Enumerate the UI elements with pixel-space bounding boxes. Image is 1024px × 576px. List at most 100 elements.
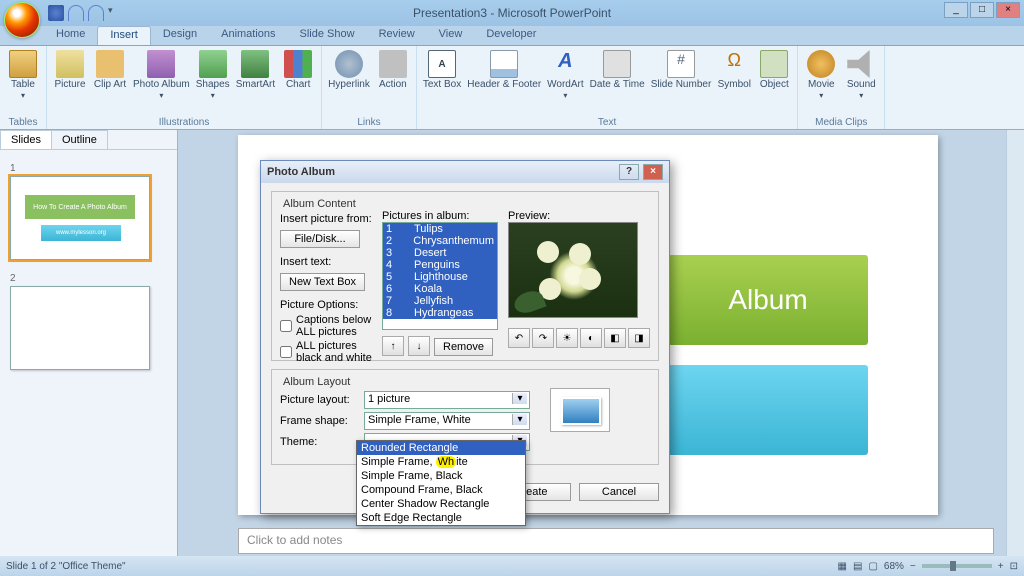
minimize-button[interactable]: _ — [944, 2, 968, 18]
pictures-list[interactable]: 1Tulips 2Chrysanthemum 3Desert 4Penguins… — [382, 222, 498, 330]
datetime-button[interactable]: Date & Time — [590, 50, 645, 90]
tab-view[interactable]: View — [427, 26, 475, 45]
bw-checkbox[interactable] — [280, 346, 292, 358]
insert-text-label: Insert text: — [280, 256, 372, 268]
tab-design[interactable]: Design — [151, 26, 209, 45]
dialog-titlebar[interactable]: Photo Album ? × — [261, 161, 669, 183]
zoom-in-button[interactable]: + — [998, 561, 1004, 572]
group-text-label: Text — [423, 117, 791, 129]
picture-layout-combo[interactable]: 1 picture — [364, 391, 530, 409]
photoalbum-button[interactable]: Photo Album▾ — [133, 50, 190, 100]
view-sorter-icon[interactable]: ▤ — [853, 561, 862, 572]
slides-tab[interactable]: Slides — [0, 130, 52, 149]
qat-more-icon[interactable]: ▾ — [108, 5, 124, 21]
contrast-down-button[interactable]: ◨ — [628, 328, 650, 348]
album-content-label: Album Content — [280, 198, 359, 210]
picture-button[interactable]: Picture — [53, 50, 87, 90]
cancel-button[interactable]: Cancel — [579, 483, 659, 501]
new-textbox-button[interactable]: New Text Box — [280, 273, 365, 291]
table-button[interactable]: Table▾ — [6, 50, 40, 100]
remove-button[interactable]: Remove — [434, 338, 493, 356]
pic-options-label: Picture Options: — [280, 299, 372, 311]
rotate-left-button[interactable]: ↶ — [508, 328, 530, 348]
action-button[interactable]: Action — [376, 50, 410, 90]
save-icon[interactable] — [48, 5, 64, 21]
ribbon-tabs: Home Insert Design Animations Slide Show… — [0, 26, 1024, 46]
thumb-2-number: 2 — [10, 273, 16, 284]
status-bar: Slide 1 of 2 "Office Theme" ▦ ▤ ▢ 68% − … — [0, 556, 1024, 576]
dropdown-item-black[interactable]: Simple Frame, Black — [357, 469, 525, 483]
group-links-label: Links — [328, 117, 410, 129]
group-illustrations-label: Illustrations — [53, 117, 315, 129]
maximize-button[interactable]: □ — [970, 2, 994, 18]
window-title: Presentation3 - Microsoft PowerPoint — [413, 6, 611, 20]
clipart-button[interactable]: Clip Art — [93, 50, 127, 90]
slide-thumb-2[interactable] — [10, 286, 150, 370]
headerfooter-button[interactable]: Header & Footer — [467, 50, 541, 90]
rotate-right-button[interactable]: ↷ — [532, 328, 554, 348]
brightness-down-button[interactable]: ◐ — [580, 328, 602, 348]
wordart-button[interactable]: AWordArt▾ — [547, 50, 584, 100]
dialog-title: Photo Album — [267, 166, 335, 178]
group-media-label: Media Clips — [804, 117, 878, 129]
preview-image — [508, 222, 638, 318]
frame-shape-label: Frame shape: — [280, 415, 358, 427]
close-button[interactable]: × — [996, 2, 1020, 18]
dropdown-item-soft[interactable]: Soft Edge Rectangle — [357, 511, 525, 525]
status-left: Slide 1 of 2 "Office Theme" — [6, 561, 126, 572]
movie-button[interactable]: Movie▾ — [804, 50, 838, 100]
theme-label: Theme: — [280, 436, 358, 448]
move-up-button[interactable]: ↑ — [382, 336, 404, 356]
frame-shape-dropdown[interactable]: Rounded Rectangle Simple Frame, White Si… — [356, 440, 526, 526]
dialog-close-button[interactable]: × — [643, 164, 663, 180]
ribbon: Table▾ Tables Picture Clip Art Photo Alb… — [0, 46, 1024, 130]
group-tables-label: Tables — [6, 117, 40, 129]
quick-access-toolbar: ▾ — [48, 5, 124, 21]
slidenumber-button[interactable]: #Slide Number — [651, 50, 712, 90]
zoom-slider[interactable] — [922, 564, 992, 568]
chart-button[interactable]: Chart — [281, 50, 315, 90]
frame-shape-combo[interactable]: Simple Frame, White — [364, 412, 530, 430]
object-button[interactable]: Object — [757, 50, 791, 90]
redo-icon[interactable] — [88, 5, 104, 21]
outline-tab[interactable]: Outline — [51, 130, 108, 149]
notes-pane[interactable]: Click to add notes — [238, 528, 994, 554]
slide-thumb-1[interactable]: How To Create A Photo Album www.mylesson… — [10, 176, 150, 260]
tab-review[interactable]: Review — [367, 26, 427, 45]
dialog-help-button[interactable]: ? — [619, 164, 639, 180]
fit-button[interactable]: ⊡ — [1010, 561, 1018, 572]
zoom-level[interactable]: 68% — [884, 561, 904, 572]
tab-animations[interactable]: Animations — [209, 26, 287, 45]
undo-icon[interactable] — [68, 5, 84, 21]
view-show-icon[interactable]: ▢ — [868, 561, 877, 572]
tab-slideshow[interactable]: Slide Show — [288, 26, 367, 45]
insert-from-label: Insert picture from: — [280, 213, 372, 225]
move-down-button[interactable]: ↓ — [408, 336, 430, 356]
pictures-label: Pictures in album: — [382, 210, 469, 222]
picture-layout-label: Picture layout: — [280, 394, 358, 406]
file-disk-button[interactable]: File/Disk... — [280, 230, 360, 248]
contrast-up-button[interactable]: ◧ — [604, 328, 626, 348]
sound-button[interactable]: Sound▾ — [844, 50, 878, 100]
dropdown-item-rounded[interactable]: Rounded Rectangle — [357, 441, 525, 455]
album-shape: Album — [668, 255, 868, 345]
view-normal-icon[interactable]: ▦ — [838, 561, 847, 572]
tab-developer[interactable]: Developer — [474, 26, 548, 45]
captions-checkbox[interactable] — [280, 320, 292, 332]
dropdown-item-white[interactable]: Simple Frame, White — [357, 455, 525, 469]
dropdown-item-compound[interactable]: Compound Frame, Black — [357, 483, 525, 497]
hyperlink-button[interactable]: Hyperlink — [328, 50, 370, 90]
blue-shape — [668, 365, 868, 455]
brightness-up-button[interactable]: ☀ — [556, 328, 578, 348]
tab-home[interactable]: Home — [44, 26, 97, 45]
tab-insert[interactable]: Insert — [97, 26, 151, 45]
vertical-scrollbar[interactable] — [1006, 130, 1024, 556]
office-button[interactable] — [4, 2, 40, 38]
titlebar: ▾ Presentation3 - Microsoft PowerPoint _… — [0, 0, 1024, 26]
symbol-button[interactable]: ΩSymbol — [717, 50, 751, 90]
dropdown-item-shadow[interactable]: Center Shadow Rectangle — [357, 497, 525, 511]
shapes-button[interactable]: Shapes▾ — [196, 50, 230, 100]
smartart-button[interactable]: SmartArt — [236, 50, 275, 90]
textbox-button[interactable]: AText Box — [423, 50, 461, 90]
zoom-out-button[interactable]: − — [910, 561, 916, 572]
